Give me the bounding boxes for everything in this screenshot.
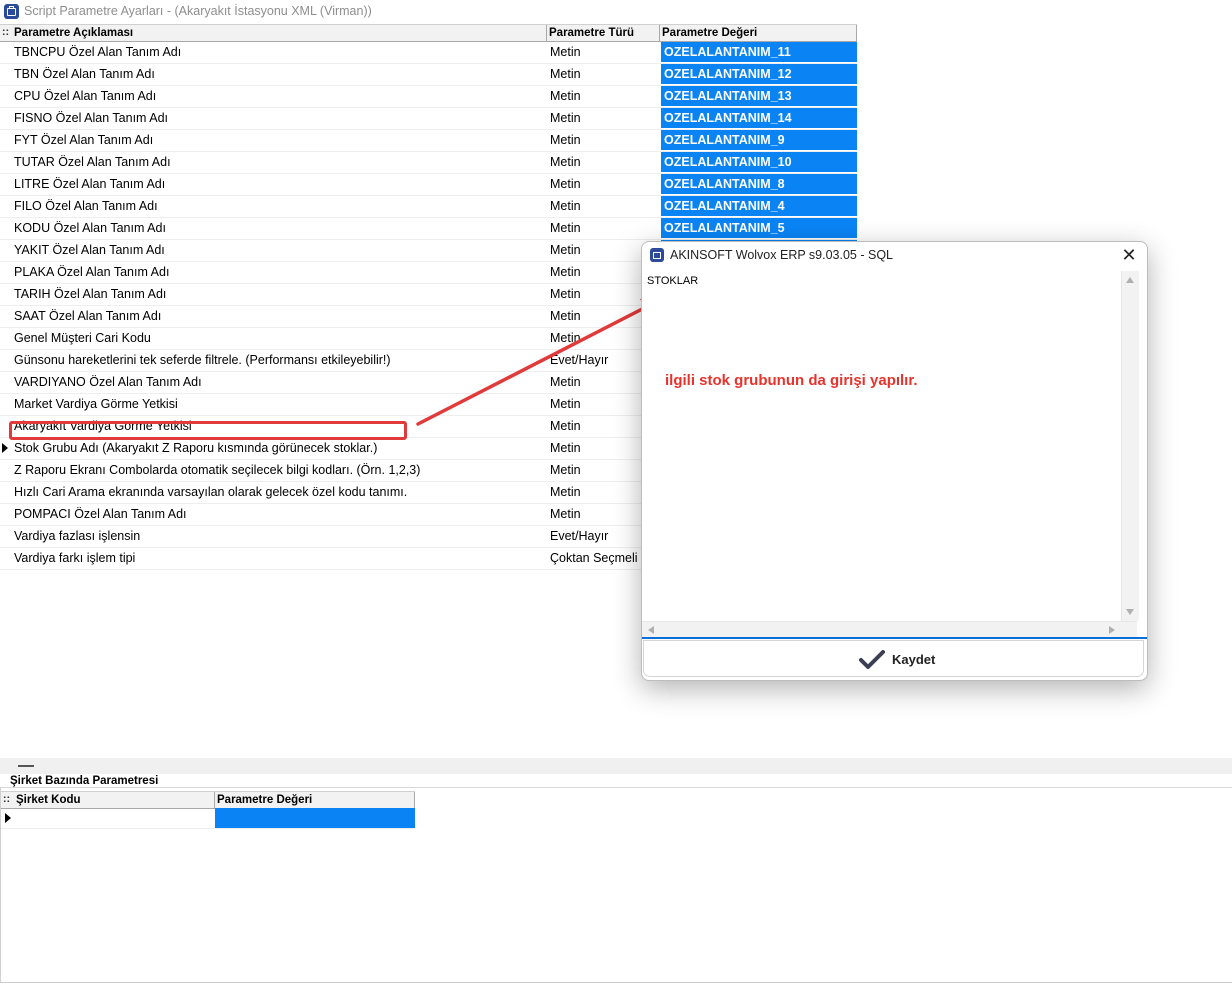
company-grid-header: :: Şirket Kodu Parametre Değeri — [0, 791, 415, 809]
save-button[interactable]: Kaydet — [643, 640, 1144, 677]
sql-dialog: AKINSOFT Wolvox ERP s9.03.05 - SQL ✕ STO… — [641, 241, 1148, 681]
grid-header: :: Parametre Açıklaması Parametre Türü P… — [0, 24, 857, 42]
divider — [0, 787, 1232, 788]
description-cell[interactable]: Hızlı Cari Arama ekranında varsayılan ol… — [14, 482, 544, 503]
description-cell[interactable]: TUTAR Özel Alan Tanım Adı — [14, 152, 544, 173]
grid-grip-icon[interactable]: :: — [0, 25, 11, 41]
highlight-box — [9, 421, 407, 440]
description-cell[interactable]: SAAT Özel Alan Tanım Adı — [14, 306, 544, 327]
type-cell[interactable]: Metin — [550, 218, 658, 239]
table-row[interactable]: TBNCPU Özel Alan Tanım Adı Metin OZELALANT… — [0, 42, 857, 64]
company-grid-grip-icon[interactable]: :: — [0, 792, 13, 808]
value-cell[interactable]: OZELALANTANIM_5 — [661, 218, 857, 239]
description-cell[interactable]: Market Vardiya Görme Yetkisi — [14, 394, 544, 415]
app-icon — [4, 4, 19, 19]
value-cell[interactable]: OZELALANTANIM_14 — [661, 108, 857, 129]
description-cell[interactable]: LITRE Özel Alan Tanım Adı — [14, 174, 544, 195]
description-cell[interactable]: PLAKA Özel Alan Tanım Adı — [14, 262, 544, 283]
dialog-title: AKINSOFT Wolvox ERP s9.03.05 - SQL — [670, 248, 894, 262]
type-cell[interactable]: Metin — [550, 152, 658, 173]
description-cell[interactable]: TBNCPU Özel Alan Tanım Adı — [14, 42, 544, 63]
save-button-label: Kaydet — [892, 652, 936, 667]
company-value-cell[interactable] — [215, 808, 415, 828]
description-cell[interactable]: Stok Grubu Adı (Akaryakıt Z Raporu kısmı… — [14, 438, 544, 459]
scroll-left-icon[interactable] — [648, 626, 654, 634]
value-cell[interactable]: OZELALANTANIM_13 — [661, 86, 857, 107]
description-cell[interactable]: CPU Özel Alan Tanım Adı — [14, 86, 544, 107]
column-header-description[interactable]: Parametre Açıklaması — [12, 25, 547, 41]
description-cell[interactable]: Vardiya fazlası işlensin — [14, 526, 544, 547]
description-cell[interactable]: FILO Özel Alan Tanım Adı — [14, 196, 544, 217]
type-cell[interactable]: Metin — [550, 86, 658, 107]
column-header-value[interactable]: Parametre Değeri — [660, 25, 857, 41]
description-cell[interactable]: POMPACI Özel Alan Tanım Adı — [14, 504, 544, 525]
description-cell[interactable]: TARIH Özel Alan Tanım Adı — [14, 284, 544, 305]
splitter[interactable] — [0, 758, 1232, 774]
table-row[interactable]: LITRE Özel Alan Tanım Adı Metin OZELALANTA… — [0, 174, 857, 196]
description-cell[interactable]: Z Raporu Ekranı Combolarda otomatik seçi… — [14, 460, 544, 481]
scroll-up-icon[interactable] — [1126, 277, 1134, 283]
company-table-row[interactable] — [0, 808, 415, 829]
close-icon[interactable]: ✕ — [1119, 245, 1139, 265]
company-params-label: Şirket Bazında Parametresi — [10, 775, 159, 787]
window-title: Script Parametre Ayarları - (Akaryakıt İ… — [24, 4, 372, 18]
description-cell[interactable]: Günsonu hareketlerini tek seferde filtre… — [14, 350, 544, 371]
table-row[interactable]: KODU Özel Alan Tanım Adı Metin OZELALANTAN… — [0, 218, 857, 240]
row-indicator-icon — [5, 813, 11, 823]
splitter-handle-icon[interactable] — [18, 765, 34, 767]
table-row[interactable]: FYT Özel Alan Tanım Adı Metin OZELALANTANI… — [0, 130, 857, 152]
type-cell[interactable]: Metin — [550, 130, 658, 151]
description-cell[interactable]: KODU Özel Alan Tanım Adı — [14, 218, 544, 239]
value-cell[interactable]: OZELALANTANIM_9 — [661, 130, 857, 151]
dialog-app-icon — [650, 248, 664, 262]
dialog-text-editor[interactable]: STOKLAR — [642, 271, 1129, 621]
window-titlebar: Script Parametre Ayarları - (Akaryakıt İ… — [0, 0, 1232, 24]
horizontal-scrollbar[interactable] — [642, 621, 1137, 637]
vertical-scrollbar[interactable] — [1121, 271, 1139, 621]
dialog-titlebar: AKINSOFT Wolvox ERP s9.03.05 - SQL ✕ — [642, 242, 1147, 270]
table-row[interactable]: TUTAR Özel Alan Tanım Adı Metin OZELALANTA… — [0, 152, 857, 174]
value-cell[interactable]: OZELALANTANIM_10 — [661, 152, 857, 173]
table-row[interactable]: FILO Özel Alan Tanım Adı Metin OZELALANTAN… — [0, 196, 857, 218]
column-header-type[interactable]: Parametre Türü — [547, 25, 660, 41]
description-cell[interactable]: Genel Müşteri Cari Kodu — [14, 328, 544, 349]
divider — [0, 982, 1232, 983]
type-cell[interactable]: Metin — [550, 64, 658, 85]
type-cell[interactable]: Metin — [550, 42, 658, 63]
type-cell[interactable]: Metin — [550, 196, 658, 217]
table-row[interactable]: FISNO Özel Alan Tanım Adı Metin OZELALANTA… — [0, 108, 857, 130]
value-cell[interactable]: OZELALANTANIM_8 — [661, 174, 857, 195]
editor-content: STOKLAR — [647, 275, 699, 287]
type-cell[interactable]: Metin — [550, 108, 658, 129]
value-cell[interactable]: OZELALANTANIM_11 — [661, 42, 857, 63]
dialog-separator — [642, 637, 1147, 639]
divider — [0, 788, 1, 982]
scroll-right-icon[interactable] — [1109, 626, 1115, 634]
scroll-down-icon[interactable] — [1126, 609, 1134, 615]
column-header-company-code[interactable]: Şirket Kodu — [14, 792, 215, 808]
table-row[interactable]: CPU Özel Alan Tanım Adı Metin OZELALANTANI… — [0, 86, 857, 108]
row-indicator-icon — [2, 443, 8, 453]
description-cell[interactable]: TBN Özel Alan Tanım Adı — [14, 64, 544, 85]
description-cell[interactable]: VARDIYANO Özel Alan Tanım Adı — [14, 372, 544, 393]
value-cell[interactable]: OZELALANTANIM_12 — [661, 64, 857, 85]
annotation-text: ilgili stok grubunun da girişi yapılır. — [665, 372, 918, 389]
checkmark-icon — [859, 650, 885, 669]
description-cell[interactable]: FYT Özel Alan Tanım Adı — [14, 130, 544, 151]
value-cell[interactable]: OZELALANTANIM_4 — [661, 196, 857, 217]
description-cell[interactable]: FISNO Özel Alan Tanım Adı — [14, 108, 544, 129]
description-cell[interactable]: YAKIT Özel Alan Tanım Adı — [14, 240, 544, 261]
table-row[interactable]: TBN Özel Alan Tanım Adı Metin OZELALANTANI… — [0, 64, 857, 86]
type-cell[interactable]: Metin — [550, 174, 658, 195]
description-cell[interactable]: Vardiya farkı işlem tipi — [14, 548, 544, 569]
column-header-company-value[interactable]: Parametre Değeri — [215, 792, 415, 808]
